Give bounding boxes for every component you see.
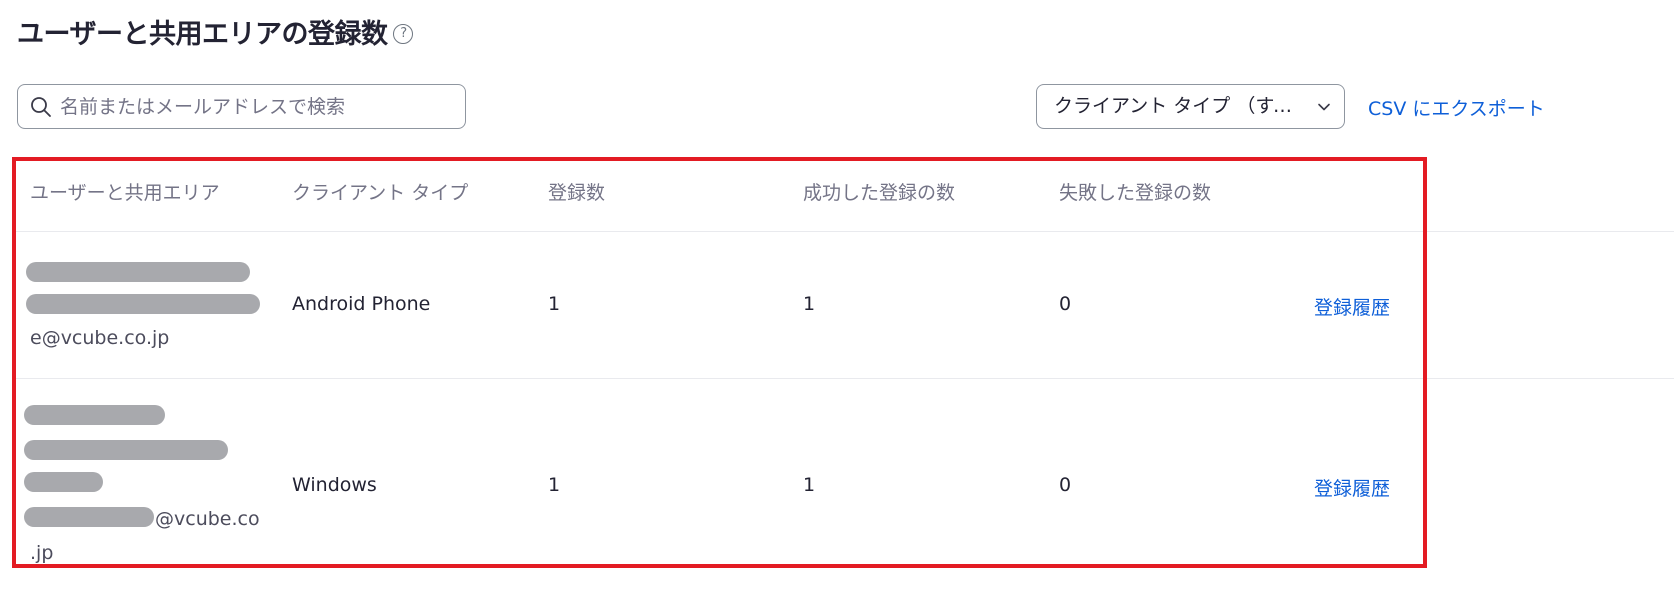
redacted-text [24,440,228,460]
chevron-down-icon [1318,103,1330,111]
successful-cell: 1 [803,474,816,496]
redacted-text [26,262,250,282]
help-icon[interactable]: ? [393,23,414,44]
column-header-registrations: 登録数 [548,182,606,204]
csv-export-link[interactable]: CSV にエクスポート [1368,94,1545,121]
column-header-client-type: クライアント タイプ [292,182,469,204]
page-title-text: ユーザーと共用エリアの登録数 [17,19,388,50]
page-title: ユーザーと共用エリアの登録数? [17,12,414,51]
column-header-failed: 失敗した登録の数 [1059,182,1212,204]
column-header-user: ユーザーと共用エリア [30,182,220,204]
search-field[interactable] [17,84,466,129]
user-email-continued: .jp [30,542,54,564]
client-type-select[interactable]: クライアント タイプ （すべて） [1036,84,1345,129]
registration-history-link[interactable]: 登録履歴 [1314,474,1390,501]
redacted-text [26,294,260,314]
registrations-cell: 1 [548,293,561,315]
user-email: @vcube.co [155,508,260,530]
successful-cell: 1 [803,293,816,315]
user-email: e@vcube.co.jp [30,327,170,349]
registrations-table: ユーザーと共用エリア クライアント タイプ 登録数 成功した登録の数 失敗した登… [0,160,1674,580]
failed-cell: 0 [1059,474,1072,496]
search-input[interactable] [60,85,450,128]
failed-cell: 0 [1059,293,1072,315]
redacted-text [24,405,165,425]
header-divider [14,231,1674,232]
search-icon [31,97,51,117]
registration-history-link[interactable]: 登録履歴 [1314,293,1390,320]
client-type-cell: Windows [292,474,377,496]
redacted-text [24,472,103,492]
client-type-cell: Android Phone [292,293,431,315]
row-divider [14,378,1674,379]
column-header-successful: 成功した登録の数 [803,182,956,204]
redacted-text [24,507,154,527]
client-type-select-label: クライアント タイプ （すべて） [1054,95,1304,117]
registrations-cell: 1 [548,474,561,496]
